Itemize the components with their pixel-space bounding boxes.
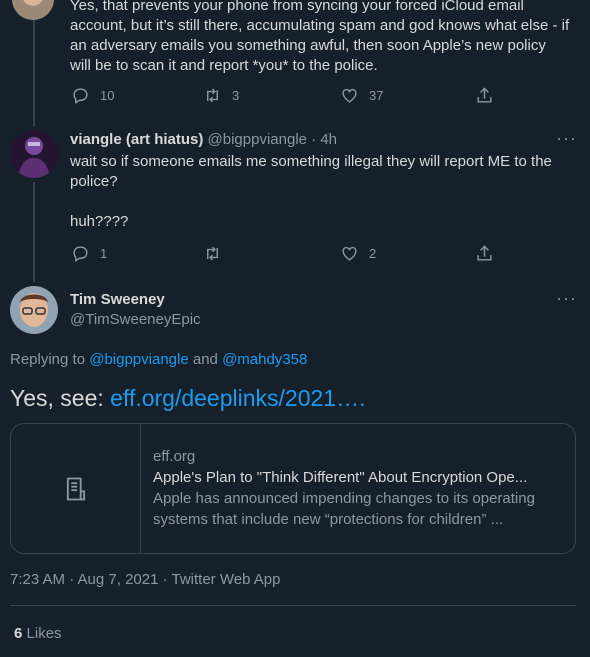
avatar-tim-sweeney[interactable] <box>10 286 58 334</box>
likes-label: Likes <box>26 625 62 642</box>
main-tweet-link[interactable]: eff.org/deeplinks/2021…. <box>110 385 365 411</box>
likes-count: 6 <box>14 625 23 642</box>
share-icon <box>477 245 492 261</box>
prev-like-button[interactable]: 37 <box>340 86 383 105</box>
card-domain: eff.org <box>153 448 196 465</box>
card-title: Apple's Plan to "Think Different" About … <box>153 469 528 486</box>
reply-reply-button[interactable]: 1 <box>71 244 107 263</box>
replying-to-and: and <box>192 351 218 368</box>
reply-separator: · <box>311 131 317 148</box>
card-thumbnail <box>11 424 141 553</box>
prev-retweet-count: 3 <box>232 88 240 103</box>
likes-stat[interactable]: 6 Likes <box>14 624 62 644</box>
retweet-icon <box>207 246 218 261</box>
reply-time[interactable]: 4h <box>320 131 337 148</box>
main-display-name[interactable]: Tim Sweeney <box>70 290 165 310</box>
share-icon <box>477 87 492 103</box>
prev-tweet-text: Yes, that prevents your phone from synci… <box>70 0 570 74</box>
main-tweet-prefix: Yes, see: <box>10 385 104 411</box>
heart-icon <box>342 246 357 261</box>
reply-like-button[interactable]: 2 <box>340 244 376 263</box>
reply-share-button[interactable] <box>475 244 494 263</box>
prev-share-button[interactable] <box>475 86 494 105</box>
document-icon <box>66 477 85 500</box>
reply-reply-count: 1 <box>100 246 108 261</box>
thread-line-top <box>33 18 35 126</box>
replying-to-label: Replying to <box>10 351 86 368</box>
replying-to-user1[interactable]: @bigppviangle <box>89 351 188 368</box>
replying-to-user2[interactable]: @mahdy358 <box>222 351 307 368</box>
heart-icon <box>342 88 357 103</box>
prev-retweet-button[interactable]: 3 <box>203 86 239 105</box>
reply-display-name[interactable]: viangle (art hiatus) <box>70 131 203 148</box>
reply-like-count: 2 <box>369 246 377 261</box>
reply-header: viangle (art hiatus) @bigppviangle · 4h <box>70 130 337 150</box>
reply-icon <box>73 246 88 262</box>
card-body: eff.org Apple's Plan to "Think Different… <box>153 446 565 530</box>
reply-icon <box>73 88 88 104</box>
divider <box>10 605 576 606</box>
reply-tweet-text: wait so if someone emails me something i… <box>70 153 552 230</box>
main-handle[interactable]: @TimSweeneyEpic <box>70 310 201 330</box>
avatar-prev[interactable] <box>12 0 54 20</box>
reply-more-icon[interactable]: ··· <box>556 128 577 149</box>
prev-like-count: 37 <box>369 88 384 103</box>
main-more-icon[interactable]: ··· <box>556 288 577 309</box>
avatar-viangle[interactable] <box>10 130 58 178</box>
reply-retweet-button[interactable] <box>203 244 232 263</box>
main-tweet-text: Yes, see: eff.org/deeplinks/2021…. <box>10 384 365 412</box>
reply-handle[interactable]: @bigppviangle <box>208 131 307 148</box>
prev-reply-count: 10 <box>100 88 115 103</box>
card-description: Apple has announced impending changes to… <box>153 490 535 528</box>
main-timestamp[interactable]: 7:23 AM · Aug 7, 2021 · Twitter Web App <box>10 570 280 590</box>
prev-reply-button[interactable]: 10 <box>71 86 114 105</box>
link-card[interactable]: eff.org Apple's Plan to "Think Different… <box>10 423 576 554</box>
replying-to: Replying to @bigppviangle and @mahdy358 <box>10 350 307 370</box>
retweet-icon <box>207 88 218 103</box>
thread-line-mid <box>33 182 35 282</box>
